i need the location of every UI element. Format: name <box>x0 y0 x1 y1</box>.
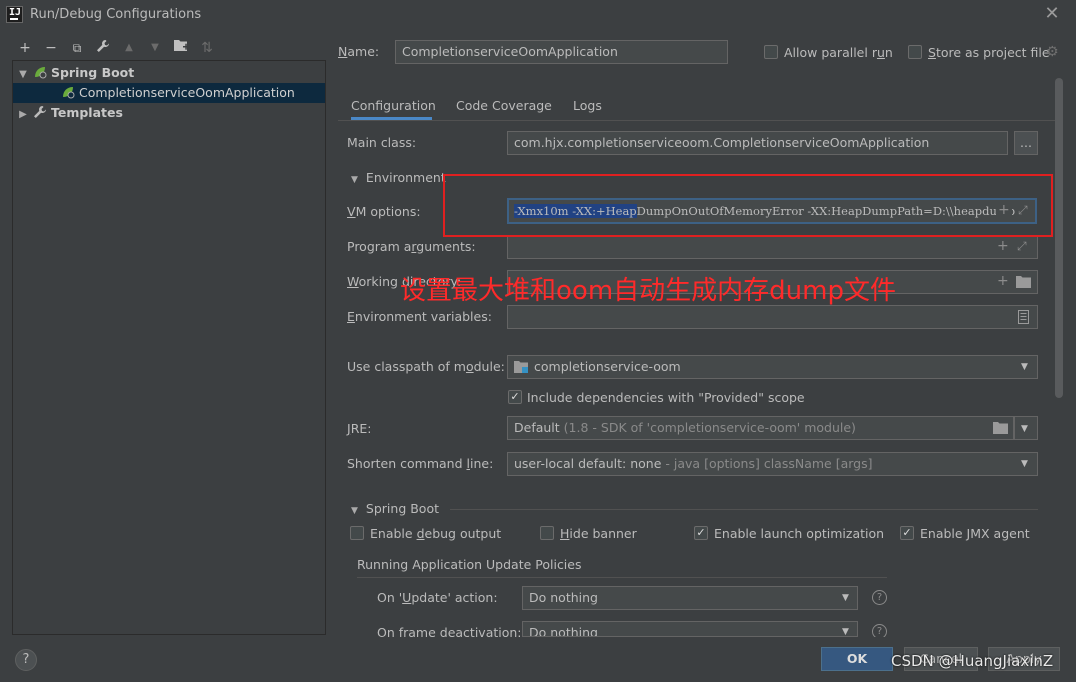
window-title: Run/Debug Configurations <box>30 7 202 22</box>
module-folder-icon <box>514 361 528 376</box>
chevron-down-icon[interactable]: ▼ <box>1021 459 1028 469</box>
store-as-project-file-label: Store as project file <box>928 45 1050 60</box>
watermark-text: CSDN @HuangJiaxinZ <box>891 652 1054 670</box>
annotation-highlight-box <box>443 174 1053 237</box>
chevron-down-icon[interactable]: ▼ <box>842 593 849 603</box>
section-divider <box>450 509 1038 510</box>
add-configuration-button[interactable]: + <box>16 39 34 57</box>
annotation-text: 设置最大堆和oom自动生成内存dump文件 <box>400 276 896 306</box>
classpath-module-label: Use classpath of module: <box>347 359 505 374</box>
triangle-down-icon: ▼ <box>351 506 358 516</box>
gear-icon[interactable]: ⚙ <box>1046 44 1059 60</box>
environment-variables-input[interactable] <box>507 305 1038 329</box>
hide-banner-label: Hide banner <box>560 526 637 541</box>
tree-item-spring-boot[interactable]: ▼ Spring Boot <box>13 63 325 83</box>
spring-boot-icon <box>33 65 47 79</box>
expand-plus-icon[interactable]: + <box>997 238 1009 254</box>
on-update-action-select[interactable]: Do nothing <box>522 586 858 610</box>
new-folder-icon[interactable] <box>172 39 190 57</box>
spring-boot-app-icon <box>61 85 75 99</box>
update-policies-title: Running Application Update Policies <box>357 557 582 572</box>
classpath-module-select[interactable]: completionservice-oom <box>507 355 1038 379</box>
copy-configuration-button[interactable]: ⧉ <box>68 39 86 57</box>
tab-configuration[interactable]: Configuration <box>351 96 436 120</box>
chevron-down-icon[interactable]: ▼ <box>842 627 849 637</box>
intellij-logo-icon: IJ <box>6 6 23 23</box>
ok-button[interactable]: OK <box>821 647 893 671</box>
jre-label: JRE: <box>347 421 372 436</box>
folder-icon[interactable] <box>1016 276 1031 291</box>
chevron-down-icon[interactable]: ▼ <box>1021 424 1028 434</box>
folder-icon[interactable] <box>993 422 1008 437</box>
spring-boot-section-header[interactable]: ▼ Spring Boot <box>351 501 439 516</box>
tree-item-label: CompletionserviceOomApplication <box>78 85 295 100</box>
wrench-icon[interactable] <box>94 39 112 57</box>
environment-variables-label: Environment variables: <box>347 309 492 324</box>
main-class-label: Main class: <box>347 135 417 150</box>
browse-main-class-button[interactable]: ... <box>1014 131 1038 155</box>
tree-item-label: Templates <box>50 105 123 120</box>
on-update-action-label: On 'Update' action: <box>377 590 498 605</box>
chevron-right-icon[interactable]: ▶ <box>17 105 29 125</box>
title-bar: IJ Run/Debug Configurations ✕ <box>0 0 1076 30</box>
vertical-scrollbar[interactable] <box>1055 78 1063 398</box>
enable-launch-optimization-label: Enable launch optimization <box>714 526 885 541</box>
shorten-command-line-label: Shorten command line: <box>347 456 494 471</box>
enable-debug-output-label: Enable debug output <box>370 526 502 541</box>
include-dependencies-label: Include dependencies with "Provided" sco… <box>527 390 805 405</box>
environment-section-header[interactable]: ▼ Environment <box>351 170 446 185</box>
vm-options-label: VM options: <box>347 204 421 219</box>
allow-parallel-run-label: Allow parallel run <box>784 45 893 60</box>
jre-select[interactable]: Default (1.8 - SDK of 'completionservice… <box>507 416 1014 440</box>
chevron-down-icon[interactable]: ▼ <box>17 65 29 85</box>
tabs-divider <box>338 120 1056 121</box>
panel-bottom-edge <box>338 637 1076 643</box>
tab-code-coverage[interactable]: Code Coverage <box>456 96 552 120</box>
chevron-down-icon[interactable]: ▼ <box>1021 362 1028 372</box>
document-list-icon[interactable] <box>1018 310 1029 327</box>
enable-jmx-agent-checkbox[interactable]: ✓ <box>900 526 914 540</box>
store-as-project-file-checkbox[interactable] <box>908 45 922 59</box>
enable-debug-output-checkbox[interactable] <box>350 526 364 540</box>
name-label: Name: <box>338 44 380 59</box>
move-up-button[interactable]: ▲ <box>120 39 138 57</box>
triangle-down-icon: ▼ <box>351 175 358 185</box>
sort-icon[interactable]: ⇅ <box>198 39 216 57</box>
on-frame-deactivation-select[interactable]: Do nothing <box>522 621 858 637</box>
include-dependencies-checkbox[interactable]: ✓ <box>508 390 522 404</box>
expand-arrows-icon[interactable]: ⤢ <box>1017 239 1027 254</box>
name-input[interactable]: CompletionserviceOomApplication <box>395 40 728 64</box>
hide-banner-checkbox[interactable] <box>540 526 554 540</box>
expand-plus-icon[interactable]: + <box>997 273 1009 289</box>
wrench-icon <box>33 105 47 119</box>
close-icon[interactable]: ✕ <box>1042 4 1062 24</box>
program-arguments-input[interactable] <box>507 235 1038 259</box>
policies-divider <box>357 577 887 578</box>
remove-configuration-button[interactable]: − <box>42 39 60 57</box>
shorten-command-line-select[interactable]: user-local default: none - java [options… <box>507 452 1038 476</box>
move-down-button[interactable]: ▼ <box>146 39 164 57</box>
program-arguments-label: Program arguments: <box>347 239 476 254</box>
tab-logs[interactable]: Logs <box>573 96 602 120</box>
tree-item-label: Spring Boot <box>50 65 135 80</box>
tree-item-templates[interactable]: ▶ Templates <box>13 103 325 123</box>
help-button[interactable]: ? <box>15 649 37 671</box>
enable-jmx-agent-label: Enable JMX agent <box>920 526 1030 541</box>
tree-item-completionservice-oom-application[interactable]: CompletionserviceOomApplication <box>13 83 325 103</box>
help-icon[interactable]: ? <box>872 590 887 605</box>
allow-parallel-run-checkbox[interactable] <box>764 45 778 59</box>
enable-launch-optimization-checkbox[interactable]: ✓ <box>694 526 708 540</box>
configuration-tree[interactable]: ▼ Spring Boot CompletionserviceOomApplic… <box>12 60 326 635</box>
main-class-input[interactable]: com.hjx.completionserviceoom.Completions… <box>507 131 1008 155</box>
